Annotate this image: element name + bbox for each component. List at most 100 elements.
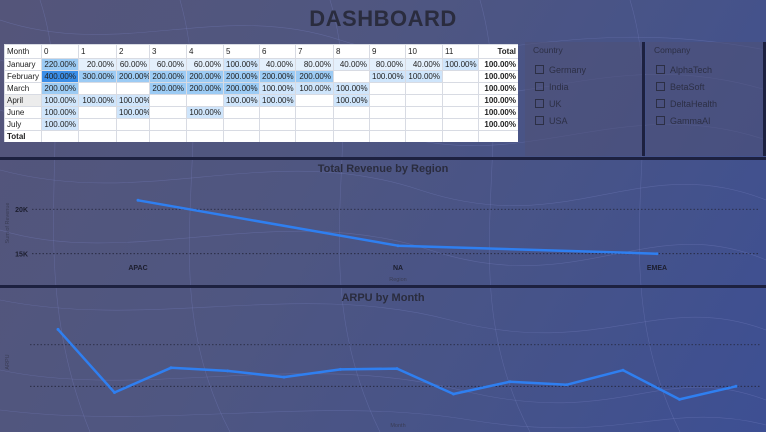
checkbox-icon[interactable] xyxy=(535,82,544,91)
x-axis-label: Month xyxy=(390,423,405,429)
matrix-cell xyxy=(333,106,370,119)
matrix-row-total: 100.00% xyxy=(478,106,518,119)
country-slicer-item[interactable]: Germany xyxy=(535,61,642,78)
matrix-col-header[interactable]: 3 xyxy=(149,44,187,59)
matrix-grand-total-row: Total xyxy=(4,130,518,142)
matrix-row-label[interactable]: June xyxy=(4,106,42,119)
matrix-row-label[interactable]: April xyxy=(4,94,42,107)
matrix-grand-total-cell xyxy=(41,130,79,142)
matrix-row-label[interactable]: January xyxy=(4,58,42,71)
matrix-cell xyxy=(369,94,406,107)
matrix-row-total: 100.00% xyxy=(478,118,518,131)
matrix-col-header[interactable]: 11 xyxy=(442,44,479,59)
matrix-cell: 200.00% xyxy=(149,82,187,95)
matrix-cell: 100.00% xyxy=(259,82,296,95)
matrix-cell xyxy=(442,70,479,83)
matrix-cell xyxy=(78,82,117,95)
revenue-chart-title: Total Revenue by Region xyxy=(317,163,449,175)
checkbox-icon[interactable] xyxy=(656,99,665,108)
revenue-by-region-chart[interactable]: 15K 20K APAC NA EMEA Region Sum of Revenue xyxy=(0,178,766,284)
matrix-cell: 100.00% xyxy=(41,94,79,107)
matrix-grand-total-cell xyxy=(116,130,150,142)
matrix-cell xyxy=(186,94,224,107)
arpu-data-point xyxy=(565,383,568,387)
matrix-cell xyxy=(442,94,479,107)
matrix-grand-total-cell xyxy=(405,130,443,142)
matrix-header-month[interactable]: Month xyxy=(4,44,42,59)
checkbox-icon[interactable] xyxy=(656,82,665,91)
matrix-cell: 60.00% xyxy=(116,58,150,71)
matrix-col-header[interactable]: 7 xyxy=(295,44,334,59)
matrix-cell xyxy=(295,94,334,107)
country-slicer-item[interactable]: UK xyxy=(535,95,642,112)
matrix-cell: 100.00% xyxy=(369,70,406,83)
matrix-col-header[interactable]: 1 xyxy=(78,44,117,59)
matrix-col-header[interactable]: 6 xyxy=(259,44,296,59)
company-slicer-item[interactable]: BetaSoft xyxy=(656,78,763,95)
matrix-col-header[interactable]: 10 xyxy=(405,44,443,59)
y-axis-label: Sum of Revenue xyxy=(5,203,11,244)
matrix-cell: 400.00% xyxy=(41,70,79,83)
matrix-grand-total-cell xyxy=(333,130,370,142)
arpu-chart-title: ARPU by Month xyxy=(341,292,425,304)
checkbox-icon[interactable] xyxy=(535,65,544,74)
matrix-col-header[interactable]: 4 xyxy=(186,44,224,59)
section-divider xyxy=(0,285,766,288)
matrix-cell: 200.00% xyxy=(116,70,150,83)
matrix-row: April 100.00% 100.00% 100.00% 100.00% 100.00%… xyxy=(4,94,518,107)
matrix-grand-total-cell xyxy=(369,130,406,142)
company-slicer-item-label: BetaSoft xyxy=(670,81,705,92)
matrix-cell: 200.00% xyxy=(186,70,224,83)
x-axis-label: Region xyxy=(389,277,406,283)
matrix-cell: 40.00% xyxy=(333,58,370,71)
matrix-col-header[interactable]: 5 xyxy=(223,44,260,59)
country-slicer: Country Germany India UK USA xyxy=(525,42,645,156)
country-slicer-item-label: UK xyxy=(549,98,562,109)
arpu-by-month-chart[interactable]: Month ARPU xyxy=(0,306,766,430)
matrix-cell: 100.00% xyxy=(78,94,117,107)
country-slicer-title: Country xyxy=(533,45,563,55)
matrix-cell xyxy=(223,106,260,119)
country-slicer-item[interactable]: India xyxy=(535,78,642,95)
matrix-grand-total-cell xyxy=(223,130,260,142)
matrix-cell xyxy=(116,118,150,131)
matrix-cell xyxy=(369,118,406,131)
matrix-row-total: 100.00% xyxy=(478,70,518,83)
company-slicer: Company AlphaTech BetaSoft DeltaHealth Gamm… xyxy=(646,42,766,156)
matrix-col-header[interactable]: 8 xyxy=(333,44,370,59)
matrix-col-header[interactable]: 0 xyxy=(41,44,79,59)
matrix-row-label[interactable]: February xyxy=(4,70,42,83)
company-slicer-item[interactable]: AlphaTech xyxy=(656,61,763,78)
matrix-cell: 200.00% xyxy=(223,70,260,83)
checkbox-icon[interactable] xyxy=(656,65,665,74)
matrix-col-header[interactable]: 2 xyxy=(116,44,150,59)
matrix-cell: 100.00% xyxy=(442,58,479,71)
matrix-cell: 200.00% xyxy=(186,82,224,95)
matrix-row-label[interactable]: July xyxy=(4,118,42,131)
arpu-data-point xyxy=(169,366,173,370)
matrix-col-header[interactable]: 9 xyxy=(369,44,406,59)
arpu-data-point xyxy=(678,397,681,401)
company-slicer-title: Company xyxy=(654,45,691,55)
company-slicer-item[interactable]: GammaAI xyxy=(656,112,763,129)
checkbox-icon[interactable] xyxy=(535,99,544,108)
matrix-cell: 200.00% xyxy=(223,82,260,95)
arpu-data-point xyxy=(452,392,455,396)
matrix-col-header-total[interactable]: Total xyxy=(478,44,518,59)
matrix-row-label[interactable]: March xyxy=(4,82,42,95)
matrix-cell xyxy=(186,118,224,131)
matrix-cell: 80.00% xyxy=(369,58,406,71)
matrix-row: March 200.00% 200.00% 200.00% 200.00% 100.00%… xyxy=(4,82,518,95)
country-slicer-item[interactable]: USA xyxy=(535,112,642,129)
y-tick-label: 20K xyxy=(15,207,28,214)
matrix-cell: 60.00% xyxy=(149,58,187,71)
company-slicer-item[interactable]: DeltaHealth xyxy=(656,95,763,112)
checkbox-icon[interactable] xyxy=(656,116,665,125)
y-tick-label: 15K xyxy=(15,252,28,259)
checkbox-icon[interactable] xyxy=(535,116,544,125)
matrix-row-total: 100.00% xyxy=(478,94,518,107)
arpu-data-point xyxy=(508,380,512,384)
matrix-cell: 100.00% xyxy=(116,106,150,119)
matrix-cell: 200.00% xyxy=(295,70,334,83)
matrix-cell: 40.00% xyxy=(405,58,443,71)
